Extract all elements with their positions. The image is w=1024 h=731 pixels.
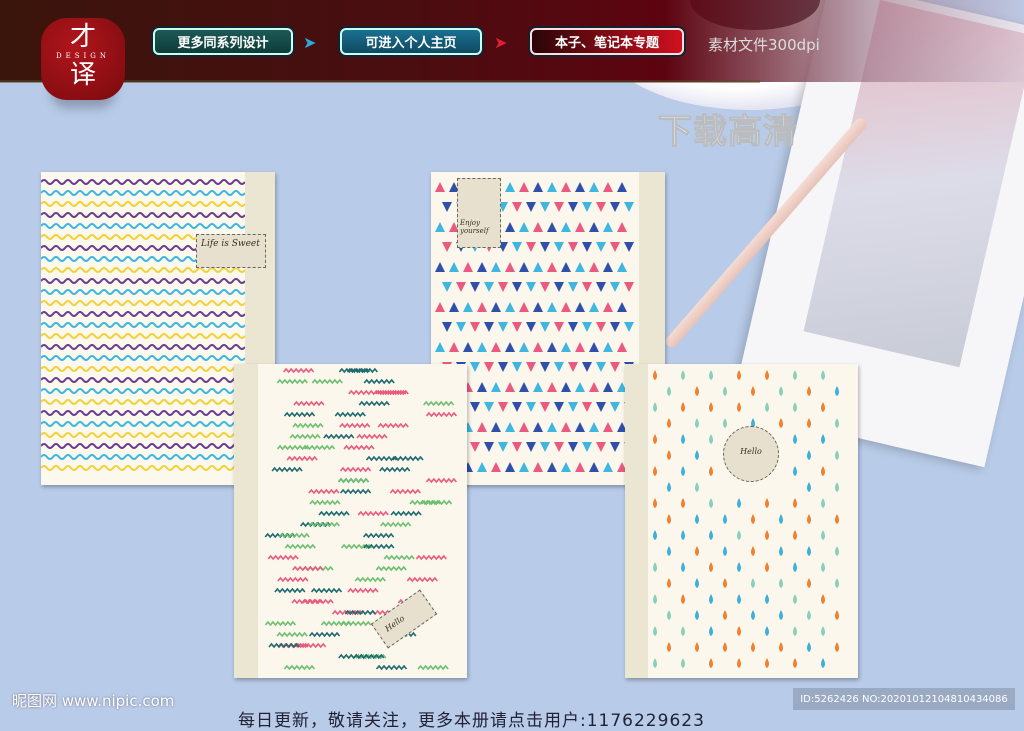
spine	[625, 364, 648, 678]
notebook-topic-button[interactable]: 本子、笔记本专题	[530, 28, 684, 55]
site-watermark: 昵图网 www.nipic.com	[12, 692, 175, 710]
logo-char: 才	[69, 22, 96, 52]
logo-char: 译	[69, 60, 96, 90]
notebook-label: Enjoy yourself	[457, 178, 501, 248]
logo-sub: DESIGN	[56, 52, 110, 60]
notebook-label: Life is Sweet	[196, 234, 266, 268]
spine	[234, 364, 258, 678]
arrow-right-icon: ➤	[303, 33, 317, 52]
notebook-label: Hello	[723, 426, 779, 482]
homepage-button[interactable]: 可进入个人主页	[340, 28, 482, 55]
arrow-right-icon: ➤	[494, 33, 508, 52]
more-series-button[interactable]: 更多同系列设计	[153, 28, 293, 55]
notebook-zigzag: Hello	[234, 364, 467, 678]
resolution-text: 素材文件300dpi	[708, 36, 820, 54]
logo[interactable]: 才 DESIGN 译	[41, 18, 125, 100]
notebook-drops: Hello	[625, 364, 858, 678]
download-hd[interactable]: 下载高清	[658, 104, 798, 153]
image-id: ID:5262426 NO:20201012104810434086	[793, 688, 1015, 710]
cover	[234, 364, 467, 678]
